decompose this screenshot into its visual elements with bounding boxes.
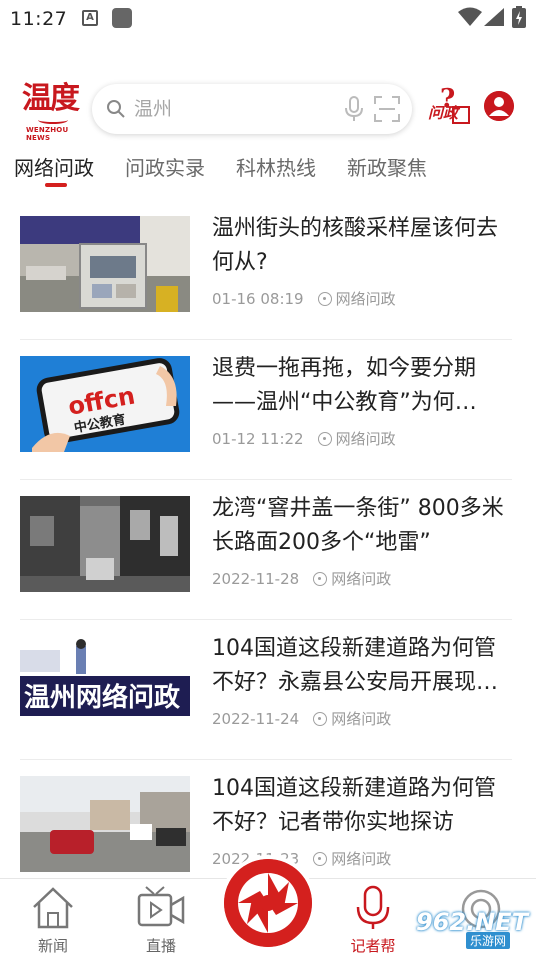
news-title: 龙湾“窨井盖一条街” 800多米长路面200多个“地雷”: [212, 496, 504, 555]
news-source: 网络问政: [335, 430, 396, 448]
wenzheng-icon[interactable]: ? 问政: [428, 84, 472, 130]
news-title: 温州街头的核酸采样屋该何去何从?: [212, 216, 499, 275]
news-thumbnail: offcn 中公教育: [20, 356, 190, 452]
news-item[interactable]: 龙湾“窨井盖一条街” 800多米长路面200多个“地雷” 2022-11-28 网…: [20, 480, 512, 620]
news-thumbnail: [20, 776, 190, 872]
nav-news[interactable]: 新闻: [18, 885, 88, 954]
news-thumbnail: [20, 216, 190, 312]
news-source: 网络问政: [331, 570, 392, 588]
news-title: 104国道这段新建道路为何管不好？永嘉县公安局开展现…: [212, 636, 499, 695]
news-meta: 2022-11-23 网络问政: [212, 848, 391, 869]
wifi-icon: [458, 7, 482, 26]
source-icon: [313, 712, 328, 726]
logo-text: 温度: [22, 81, 80, 116]
banner-text: 温州网络问政: [24, 682, 180, 713]
active-tab-indicator: [45, 183, 67, 187]
tab-wangluo-wenzheng[interactable]: 网络问政: [14, 152, 94, 181]
watermark-logo: 962.NET 乐游网: [396, 908, 534, 949]
status-bar: 11:27 A: [0, 0, 536, 38]
news-date: 2022-11-24: [212, 710, 300, 728]
news-source: 网络问政: [331, 710, 392, 728]
news-source: 网络问政: [335, 290, 396, 308]
news-source: 网络问政: [331, 850, 392, 868]
news-title: 104国道这段新建道路为何管不好？记者带你实地探访: [212, 776, 496, 835]
voice-search-icon[interactable]: [344, 96, 364, 122]
source-icon: [313, 572, 328, 586]
camera-shutter-button[interactable]: [224, 859, 312, 947]
search-bar[interactable]: [92, 84, 412, 134]
nav-live[interactable]: 直播: [126, 885, 196, 954]
news-title: 退费一拖再拖，如今要分期——温州“中公教育”为何…: [212, 356, 477, 415]
news-item[interactable]: 温州网络问政 104国道这段新建道路为何管不好？永嘉县公安局开展现… 2022-…: [20, 620, 512, 760]
tab-wenzheng-shilu[interactable]: 问政实录: [125, 152, 205, 181]
source-icon: [313, 852, 328, 866]
battery-icon: [512, 6, 526, 28]
news-item[interactable]: offcn 中公教育 退费一拖再拖，如今要分期——温州“中公教育”为何… 01-…: [20, 340, 512, 480]
news-thumbnail: 温州网络问政: [20, 636, 190, 732]
news-meta: 01-16 08:19 网络问政: [212, 288, 396, 309]
tab-kelin-rexian[interactable]: 科林热线: [236, 152, 316, 181]
logo-wave: [38, 116, 68, 124]
news-meta: 2022-11-28 网络问政: [212, 568, 391, 589]
video-icon: [137, 886, 185, 927]
news-date: 01-12 11:22: [212, 430, 304, 448]
logo-subtitle: WENZHOU NEWS: [26, 126, 69, 142]
news-meta: 01-12 11:22 网络问政: [212, 428, 396, 449]
news-item[interactable]: 温州街头的核酸采样屋该何去何从? 01-16 08:19 网络问政: [20, 200, 512, 340]
news-thumbnail: [20, 496, 190, 592]
nav-label: 新闻: [37, 937, 68, 954]
news-meta: 2022-11-24 网络问政: [212, 708, 391, 729]
keyboard-a-icon: A: [82, 10, 98, 26]
category-tabs: 网络问政 问政实录 科林热线 新政聚焦: [0, 150, 536, 190]
mic-icon: [356, 885, 390, 929]
status-time: 11:27: [10, 8, 68, 30]
app-notification-icon: [112, 8, 132, 28]
app-logo[interactable]: 温度 WENZHOU NEWS: [22, 81, 82, 143]
search-input[interactable]: [134, 94, 334, 124]
user-avatar-icon[interactable]: [484, 91, 514, 121]
news-date: 01-16 08:19: [212, 290, 304, 308]
signal-icon: [484, 8, 504, 26]
nav-label: 直播: [145, 937, 176, 954]
wenzheng-label: 问政: [428, 104, 459, 122]
news-date: 2022-11-28: [212, 570, 300, 588]
source-icon: [317, 292, 332, 306]
header: 温度 WENZHOU NEWS ? 问政: [0, 78, 536, 143]
search-icon: [107, 100, 125, 118]
tab-xinzheng-jujiao[interactable]: 新政聚焦: [347, 152, 427, 181]
home-icon: [33, 887, 73, 929]
source-icon: [317, 432, 332, 446]
watermark-subtext: 乐游网: [466, 932, 511, 949]
scan-icon[interactable]: [374, 96, 400, 122]
